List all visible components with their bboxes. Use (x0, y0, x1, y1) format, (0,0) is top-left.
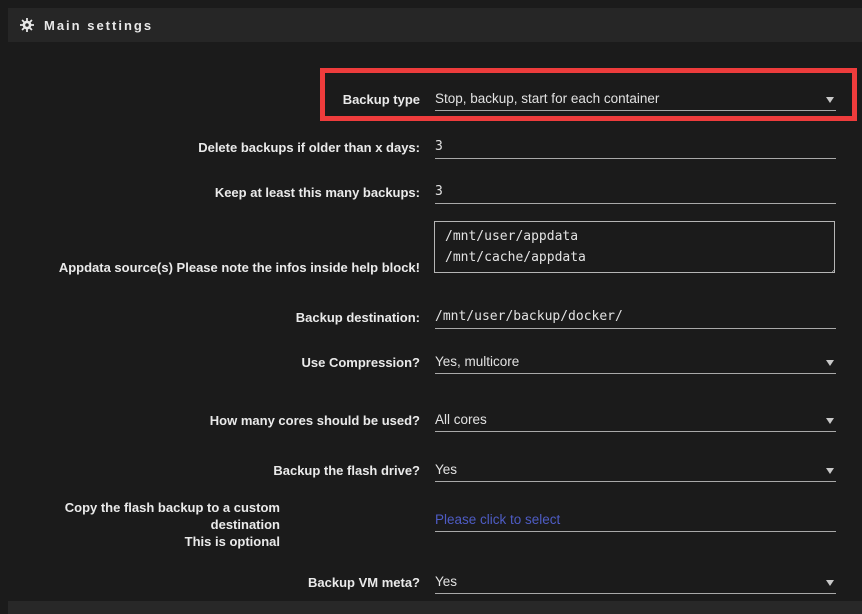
delete-days-input[interactable]: 3 (435, 136, 836, 159)
keep-backups-label: Keep at least this many backups: (0, 183, 420, 203)
chevron-down-icon (826, 360, 834, 366)
backup-destination-label: Backup destination: (0, 308, 420, 328)
flash-drive-label: Backup the flash drive? (0, 461, 420, 481)
vm-meta-select[interactable]: Yes (435, 571, 836, 594)
compression-select[interactable]: Yes, multicore (435, 351, 836, 374)
chevron-down-icon (826, 418, 834, 424)
backup-destination-value: /mnt/user/backup/docker/ (435, 306, 836, 328)
keep-backups-value: 3 (435, 181, 836, 203)
flash-custom-destination-label-line1: Copy the flash backup to a custom destin… (0, 499, 280, 533)
flash-custom-destination-picker[interactable]: Please click to select (435, 509, 836, 532)
section-title: Main settings (44, 18, 153, 33)
delete-days-value: 3 (435, 136, 836, 158)
backup-type-value: Stop, backup, start for each container (435, 88, 836, 110)
compression-label: Use Compression? (0, 353, 420, 373)
flash-custom-destination-label-line2: This is optional (0, 533, 280, 550)
cores-value: All cores (435, 409, 836, 431)
backup-destination-input[interactable]: /mnt/user/backup/docker/ (435, 306, 836, 329)
flash-custom-destination-link[interactable]: Please click to select (435, 509, 836, 531)
flash-drive-select[interactable]: Yes (435, 459, 836, 482)
gear-icon (20, 18, 34, 32)
settings-page: Main settings Backup type Stop, backup, … (0, 0, 862, 614)
keep-backups-input[interactable]: 3 (435, 181, 836, 204)
backup-type-select[interactable]: Stop, backup, start for each container (435, 88, 836, 111)
chevron-down-icon (826, 580, 834, 586)
cores-label: How many cores should be used? (0, 411, 420, 431)
section-header: Main settings (8, 8, 862, 42)
vm-meta-label: Backup VM meta? (0, 573, 420, 593)
appdata-sources-label: Appdata source(s) Please note the infos … (0, 258, 420, 278)
chevron-down-icon (826, 97, 834, 103)
vm-meta-value: Yes (435, 571, 836, 593)
flash-drive-value: Yes (435, 459, 836, 481)
cores-select[interactable]: All cores (435, 409, 836, 432)
appdata-sources-textarea[interactable]: /mnt/user/appdata /mnt/cache/appdata (434, 221, 835, 273)
next-section-bar (8, 601, 862, 614)
compression-value: Yes, multicore (435, 351, 836, 373)
backup-type-label: Backup type (0, 90, 420, 110)
flash-custom-destination-label: Copy the flash backup to a custom destin… (0, 499, 280, 550)
chevron-down-icon (826, 468, 834, 474)
delete-days-label: Delete backups if older than x days: (0, 138, 420, 158)
